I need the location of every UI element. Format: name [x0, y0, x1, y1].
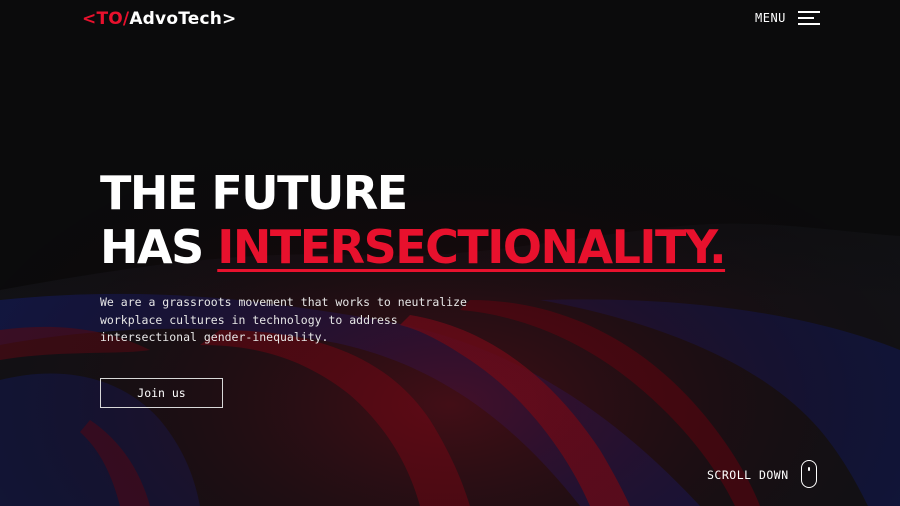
mouse-scroll-icon	[801, 460, 817, 488]
hero-headline: THE FUTURE HAS INTERSECTIONALITY.	[100, 166, 727, 274]
hamburger-line	[798, 17, 814, 19]
hamburger-line	[798, 11, 820, 13]
hero-description: We are a grassroots movement that works …	[100, 295, 467, 344]
menu-label[interactable]: MENU	[755, 11, 786, 25]
brand-logo[interactable]: <TO/AdvoTech>	[82, 8, 237, 30]
logo-prefix: <TO/	[82, 9, 130, 29]
logo-name: AdvoTech	[129, 9, 223, 29]
scroll-down-label: SCROLL DOWN	[707, 468, 789, 482]
logo-suffix: >	[222, 9, 237, 29]
headline-line-1: THE FUTURE	[100, 166, 408, 220]
headline-accent: INTERSECTIONALITY.	[217, 220, 726, 274]
hero-section: THE FUTURE HAS INTERSECTIONALITY. We are…	[100, 166, 727, 347]
headline-prefix: HAS	[100, 220, 204, 274]
site-header: <TO/AdvoTech> MENU	[0, 0, 900, 40]
landing-page: <TO/AdvoTech> MENU THE FUTURE HAS INTERS…	[0, 0, 900, 506]
hamburger-menu-icon[interactable]	[798, 11, 820, 25]
headline-line-2: HAS INTERSECTIONALITY.	[100, 220, 727, 274]
join-us-button[interactable]: Join us	[100, 378, 223, 408]
hamburger-line	[798, 23, 820, 25]
